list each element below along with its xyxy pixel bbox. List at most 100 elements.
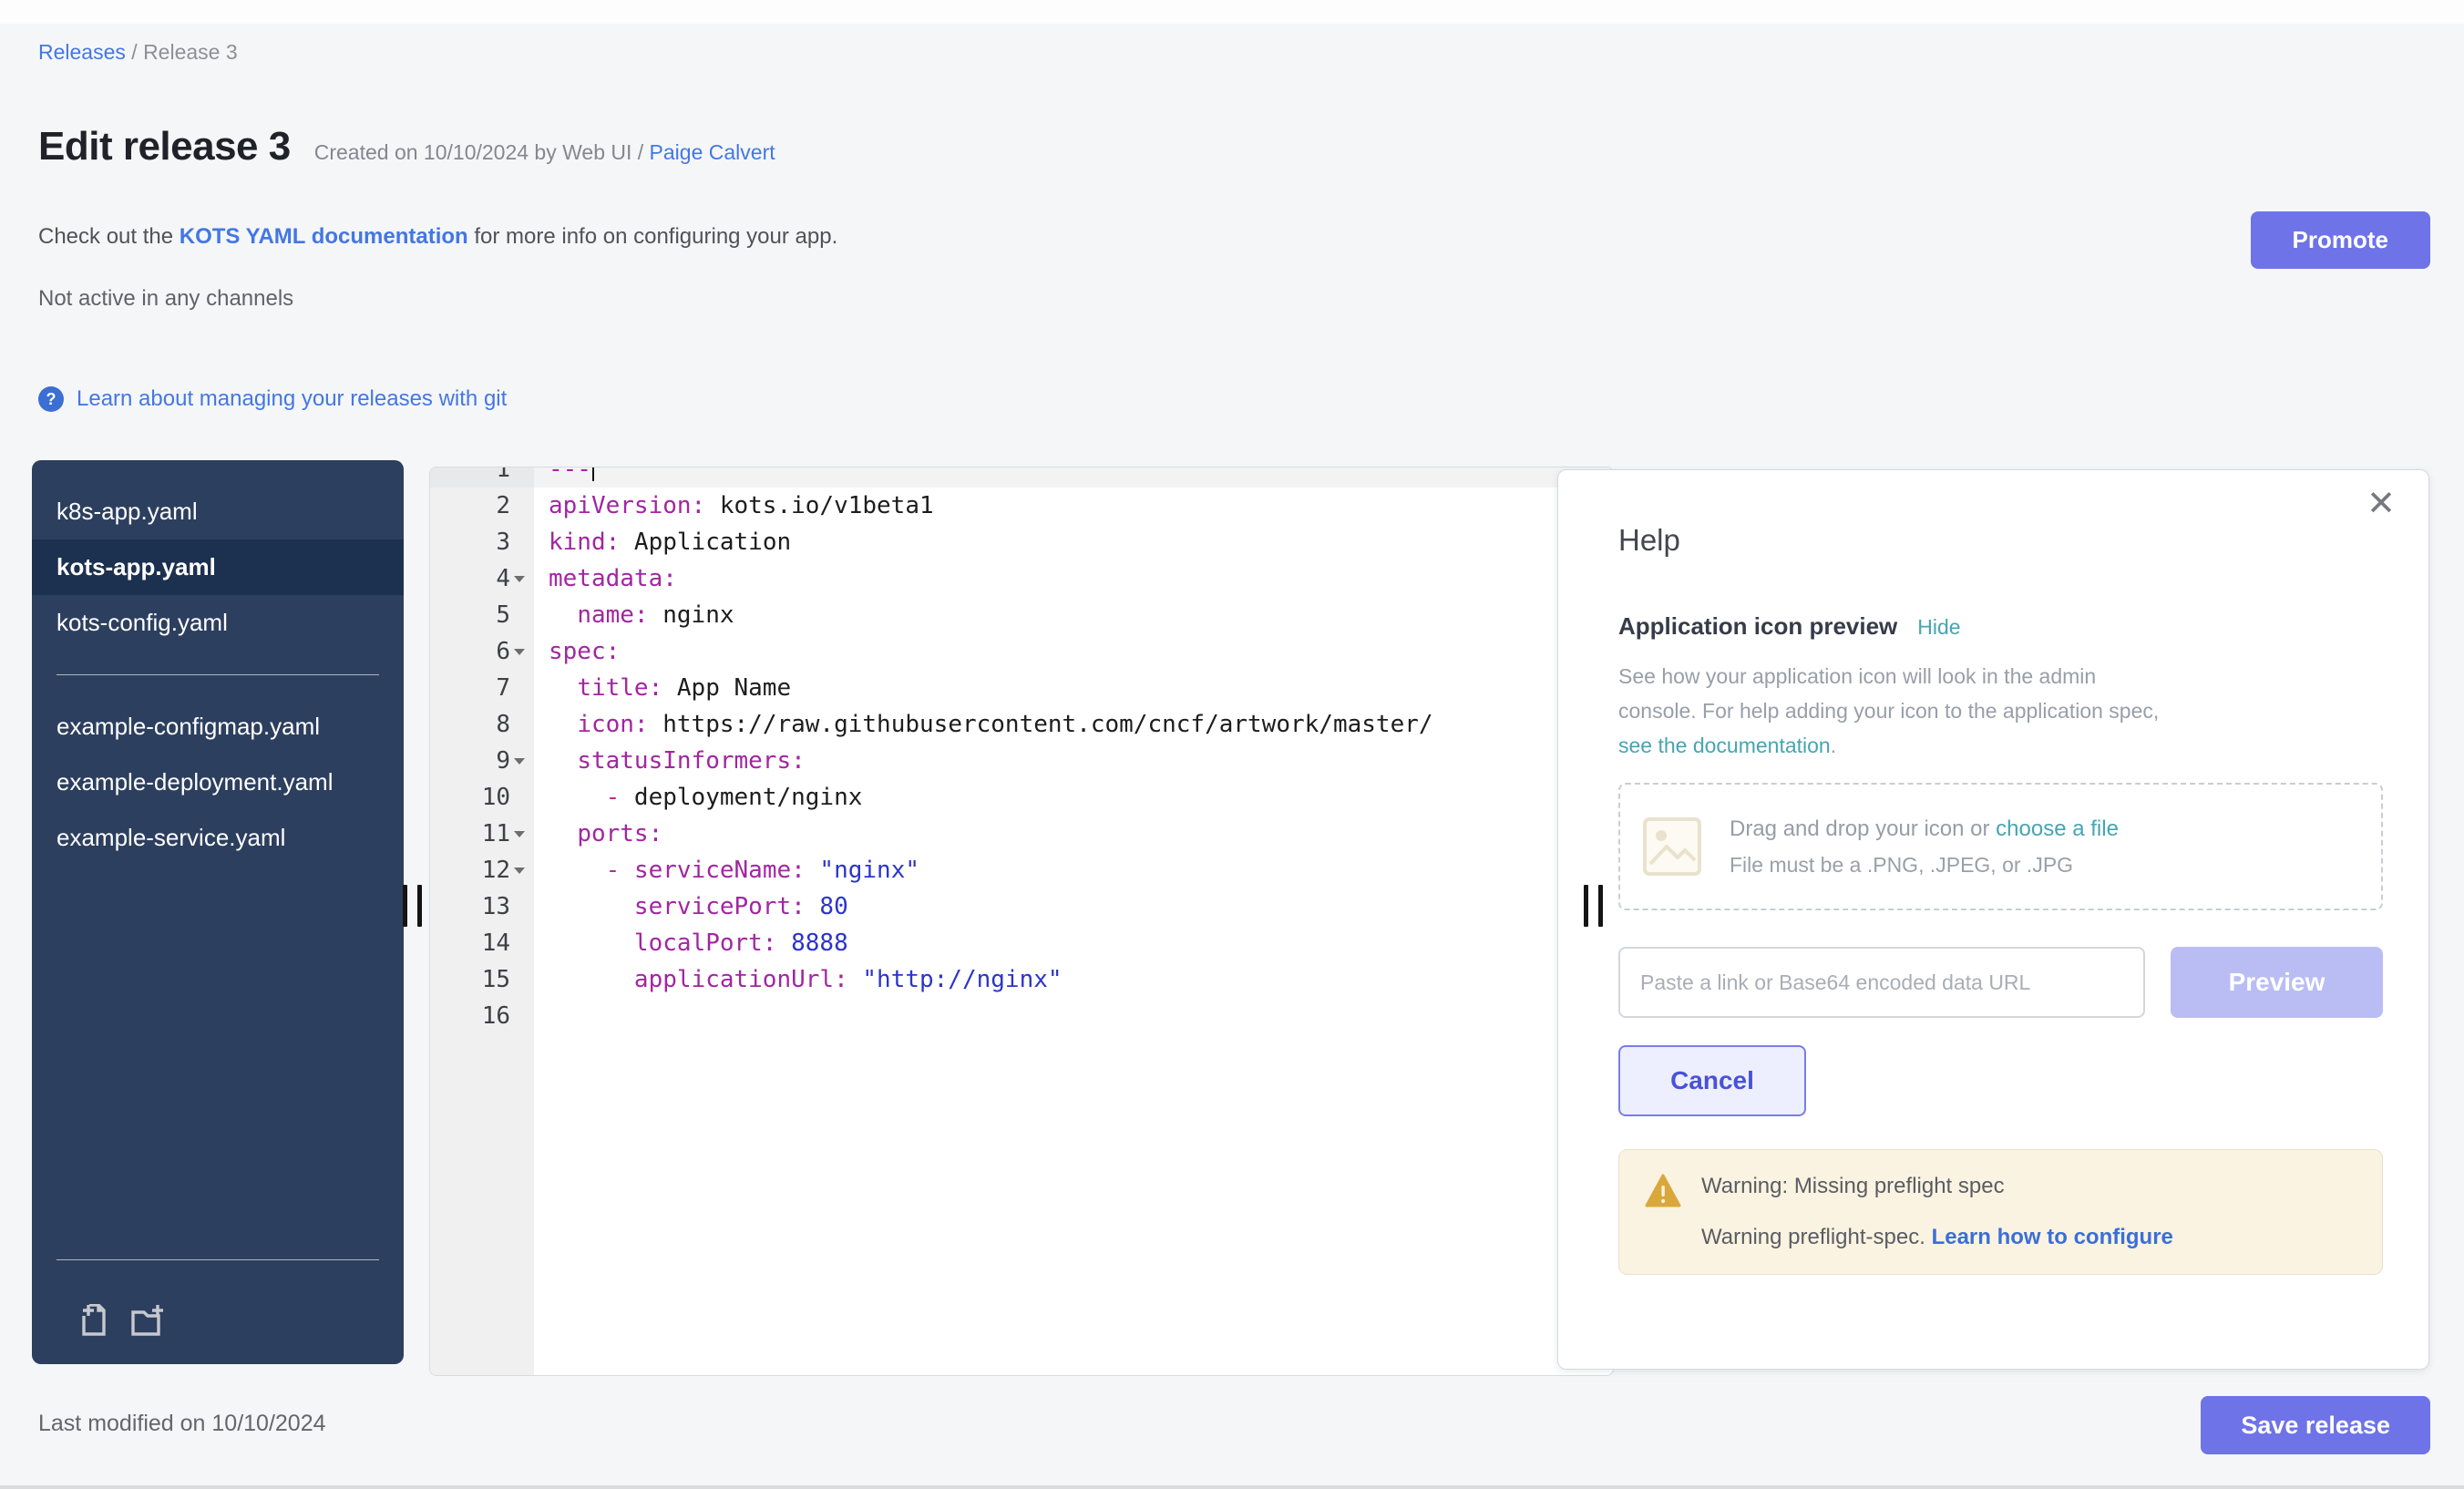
gutter-line-number: 2 xyxy=(430,488,534,524)
breadcrumb-current: Release 3 xyxy=(143,40,238,64)
question-circle-icon: ? xyxy=(38,386,64,412)
configure-link[interactable]: Learn how to configure xyxy=(1932,1225,2173,1249)
warning-box: Warning: Missing preflight spec Warning … xyxy=(1618,1149,2383,1275)
cancel-button[interactable]: Cancel xyxy=(1618,1045,1806,1116)
sidebar-bottom-divider xyxy=(56,1259,379,1260)
fold-arrow-icon[interactable] xyxy=(510,743,529,779)
gutter-line-number: 16 xyxy=(430,998,534,1034)
image-placeholder-icon xyxy=(1642,816,1702,877)
file-list: k8s-app.yamlkots-app.yamlkots-config.yam… xyxy=(32,484,404,866)
channel-status: Not active in any channels xyxy=(38,286,293,312)
section-title: Application icon preview xyxy=(1618,612,1897,641)
description-line2: console. For help adding your icon to th… xyxy=(1618,699,2159,723)
code-line[interactable]: name: nginx xyxy=(534,597,1613,633)
code-line[interactable]: applicationUrl: "http://nginx" xyxy=(534,961,1613,998)
sidebar-spacer xyxy=(32,866,404,1236)
code-line[interactable]: title: App Name xyxy=(534,670,1613,706)
code-line[interactable] xyxy=(534,998,1613,1034)
dropzone-text: Drag and drop your icon or choose a file xyxy=(1730,816,2119,842)
fold-arrow-icon[interactable] xyxy=(510,633,529,670)
gutter-line-number[interactable]: 12 xyxy=(430,852,534,888)
save-release-button[interactable]: Save release xyxy=(2201,1396,2430,1454)
promote-button[interactable]: Promote xyxy=(2251,211,2430,269)
code-line[interactable]: localPort: 8888 xyxy=(534,925,1613,961)
text-cursor xyxy=(592,467,594,481)
code-line[interactable]: - serviceName: "nginx" xyxy=(534,852,1613,888)
page: { "colors": { "accent": "#6e73e8", "link… xyxy=(0,0,2464,1489)
author-link[interactable]: Paige Calvert xyxy=(650,140,775,164)
gutter-line-number[interactable]: 6 xyxy=(430,633,534,670)
warning-title: Warning: Missing preflight spec xyxy=(1701,1174,2173,1199)
help-resize-handle[interactable] xyxy=(1584,885,1603,927)
close-icon[interactable]: ✕ xyxy=(2366,487,2396,521)
icon-dropzone[interactable]: Drag and drop your icon or choose a file… xyxy=(1618,783,2383,910)
sidebar-file-item[interactable]: example-service.yaml xyxy=(32,810,404,866)
code-line[interactable]: - deployment/nginx xyxy=(534,779,1613,816)
gutter-line-number: 10 xyxy=(430,779,534,816)
gutter-line-number: 3 xyxy=(430,524,534,560)
icon-url-input[interactable] xyxy=(1618,947,2145,1018)
gutter-line-number: 7 xyxy=(430,670,534,706)
warning-text-prefix: Warning preflight-spec. xyxy=(1701,1225,1932,1249)
add-file-icon[interactable] xyxy=(76,1304,110,1339)
sidebar-actions xyxy=(32,1284,404,1364)
doc-suffix: for more info on configuring your app. xyxy=(468,224,838,249)
fold-arrow-slot xyxy=(510,670,529,706)
fold-arrow-slot xyxy=(510,779,529,816)
gutter-line-number: 13 xyxy=(430,888,534,925)
title-row: Edit release 3 Created on 10/10/2024 by … xyxy=(38,124,775,169)
code-line[interactable]: kind: Application xyxy=(534,524,1613,560)
code-line[interactable]: apiVersion: kots.io/v1beta1 xyxy=(534,488,1613,524)
gutter-line-number[interactable]: 4 xyxy=(430,560,534,597)
sidebar-file-item[interactable]: example-deployment.yaml xyxy=(32,755,404,810)
docs-link[interactable]: see the documentation xyxy=(1618,734,1831,757)
gutter-line-number: 5 xyxy=(430,597,534,633)
bottom-edge xyxy=(0,1485,2464,1489)
breadcrumb-separator: / xyxy=(126,40,143,64)
fold-arrow-icon[interactable] xyxy=(510,852,529,888)
gutter-line-number[interactable]: 11 xyxy=(430,816,534,852)
gutter-line-number[interactable]: 9 xyxy=(430,743,534,779)
sidebar-file-item[interactable]: k8s-app.yaml xyxy=(32,484,404,539)
fold-arrow-slot xyxy=(510,706,529,743)
kots-docs-link[interactable]: KOTS YAML documentation xyxy=(180,224,468,249)
created-text: Created on 10/10/2024 by Web UI / xyxy=(314,140,650,164)
fold-arrow-icon[interactable] xyxy=(510,560,529,597)
code-line[interactable]: servicePort: 80 xyxy=(534,888,1613,925)
file-tree-sidebar: k8s-app.yamlkots-app.yamlkots-config.yam… xyxy=(32,460,404,1364)
release-meta: Created on 10/10/2024 by Web UI / Paige … xyxy=(314,140,775,165)
git-help-row: ? Learn about managing your releases wit… xyxy=(38,386,507,412)
code-line[interactable]: spec: xyxy=(534,633,1613,670)
fold-arrow-icon[interactable] xyxy=(510,816,529,852)
icon-url-row: Preview xyxy=(1618,947,2383,1018)
docs-suffix: . xyxy=(1831,734,1836,757)
sidebar-divider xyxy=(56,674,379,675)
doc-prefix: Check out the xyxy=(38,224,180,249)
page-title: Edit release 3 xyxy=(38,124,291,169)
fold-arrow-slot xyxy=(510,597,529,633)
code-line[interactable]: --- xyxy=(534,467,1613,488)
code-editor[interactable]: 12345678910111213141516 ---apiVersion: k… xyxy=(429,467,1614,1376)
releases-link[interactable]: Releases xyxy=(38,40,126,64)
preview-button[interactable]: Preview xyxy=(2171,947,2383,1018)
sidebar-file-item[interactable]: example-configmap.yaml xyxy=(32,699,404,755)
code-line[interactable]: icon: https://raw.githubusercontent.com/… xyxy=(534,706,1613,743)
choose-file-link[interactable]: choose a file xyxy=(1996,816,2119,841)
fold-arrow-slot xyxy=(510,925,529,961)
add-folder-icon[interactable] xyxy=(130,1304,165,1339)
code-line[interactable]: metadata: xyxy=(534,560,1613,597)
code-line[interactable]: ports: xyxy=(534,816,1613,852)
fold-arrow-slot xyxy=(510,961,529,998)
gutter-line-number: 1 xyxy=(430,467,534,488)
hide-link[interactable]: Hide xyxy=(1917,615,1960,640)
warning-icon xyxy=(1645,1174,1681,1208)
git-learn-link[interactable]: Learn about managing your releases with … xyxy=(77,386,507,412)
sidebar-file-item[interactable]: kots-app.yaml xyxy=(32,539,404,595)
help-description: See how your application icon will look … xyxy=(1618,659,2383,763)
code-line[interactable]: statusInformers: xyxy=(534,743,1613,779)
fold-arrow-slot xyxy=(510,998,529,1034)
sidebar-resize-handle[interactable] xyxy=(403,885,422,927)
sidebar-file-item[interactable]: kots-config.yaml xyxy=(32,595,404,651)
fold-arrow-slot xyxy=(510,467,529,488)
editor-code-area[interactable]: ---apiVersion: kots.io/v1beta1kind: Appl… xyxy=(534,467,1613,1375)
